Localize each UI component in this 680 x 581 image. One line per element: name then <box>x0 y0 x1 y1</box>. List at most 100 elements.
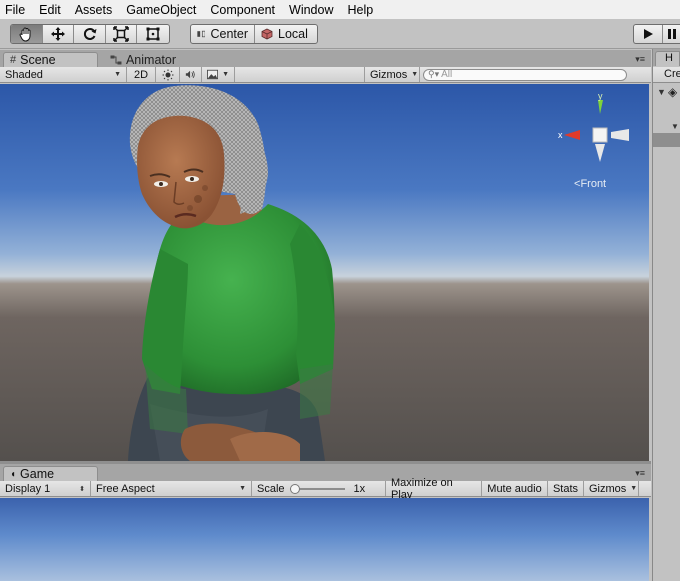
gizmos-label: Gizmos <box>370 68 408 81</box>
tab-animator-label: Animator <box>125 53 176 67</box>
dropdown-arrow-icon: ▼ <box>222 71 229 78</box>
gizmo-x-arrow[interactable] <box>564 130 580 140</box>
display-dropdown[interactable]: Display 1 ⬍ <box>0 481 91 496</box>
maximize-on-play-toggle[interactable]: Maximize on Play <box>386 477 482 501</box>
hierarchy-tab-row: H <box>653 49 680 66</box>
gizmo-neg-x-arrow[interactable] <box>611 129 629 141</box>
stats-label: Stats <box>552 482 579 495</box>
game-gizmos-dropdown[interactable]: Gizmos ▼ <box>584 481 639 496</box>
pivot-local-label: Local <box>278 27 308 41</box>
move-arrows-icon <box>50 27 65 41</box>
gizmo-x-label: x <box>558 130 563 140</box>
scene-search-placeholder: All <box>441 69 453 80</box>
dropdown-arrow-icon: ▼ <box>114 71 121 78</box>
display-value: Display 1 <box>5 482 51 495</box>
tab-game[interactable]: ◖ Game <box>3 466 98 481</box>
shading-mode-dropdown[interactable]: Shaded ▼ <box>0 67 127 82</box>
lighting-toggle[interactable] <box>156 67 180 82</box>
gizmos-dropdown[interactable]: Gizmos ▼ <box>364 67 420 82</box>
pivot-toggle-group: Center Local <box>190 24 318 44</box>
toggle-2d-label: 2D <box>133 68 149 81</box>
unity-scene-icon: ◈ <box>668 85 678 99</box>
view-orientation-text: Front <box>580 178 607 190</box>
rotate-tool-button[interactable] <box>74 25 106 43</box>
hierarchy-create-label: Cre <box>664 68 680 80</box>
transform-tools <box>10 24 170 44</box>
game-controls: Display 1 ⬍ Free Aspect ▼ Scale 1x Maximiz… <box>0 477 651 501</box>
audio-toggle[interactable] <box>180 67 202 82</box>
play-controls <box>633 24 680 44</box>
gizmo-y-label: y <box>598 94 603 101</box>
gizmo-center-cube[interactable] <box>592 127 608 143</box>
tab-animator[interactable]: Animator <box>103 52 183 67</box>
menu-component[interactable]: Component <box>203 3 282 17</box>
object-foldout-arrow-icon[interactable]: ▼ <box>671 122 679 131</box>
menu-file[interactable]: File <box>0 3 32 17</box>
scale-tool-button[interactable] <box>106 25 138 43</box>
scale-slider-thumb[interactable] <box>289 483 300 494</box>
pause-icon <box>667 29 676 39</box>
pause-button[interactable] <box>663 25 680 43</box>
menu-assets[interactable]: Assets <box>68 3 120 17</box>
tab-game-label: Game <box>20 467 55 481</box>
aspect-dropdown[interactable]: Free Aspect ▼ <box>91 481 252 496</box>
orientation-gizmo[interactable]: y x <box>556 94 632 174</box>
maximize-on-play-label: Maximize on Play <box>391 476 453 501</box>
local-cube-icon <box>261 28 273 40</box>
menu-edit[interactable]: Edit <box>32 3 68 17</box>
search-icon: ⚲▾ <box>428 69 440 79</box>
game-tab-row: ◖ Game ▾≡ <box>0 464 651 481</box>
character-model <box>128 85 335 461</box>
menu-help[interactable]: Help <box>340 3 380 17</box>
panel-menu-icon[interactable]: ▾≡ <box>635 468 645 479</box>
scene-viewport[interactable]: y x <Front <box>0 84 649 461</box>
panel-menu-icon[interactable]: ▾≡ <box>635 54 645 65</box>
scale-icon <box>113 26 129 42</box>
speaker-icon <box>185 70 195 79</box>
dropdown-arrow-icon: ▼ <box>239 485 246 492</box>
effects-dropdown[interactable]: ▼ <box>202 67 235 82</box>
play-icon <box>644 29 654 39</box>
stats-toggle[interactable]: Stats <box>548 481 584 496</box>
gizmo-y-arrow[interactable] <box>598 100 603 114</box>
scene-search-field[interactable]: ⚲▾ All <box>423 68 627 81</box>
scale-label: Scale <box>257 482 285 495</box>
grid-hash-icon: # <box>10 54 17 66</box>
rect-tool-button[interactable] <box>137 25 169 43</box>
toggle-2d-button[interactable]: 2D <box>127 67 156 82</box>
main-toolbar: Center Local <box>0 19 680 49</box>
pivot-center-label: Center <box>210 27 248 41</box>
mute-audio-toggle[interactable]: Mute audio <box>482 481 548 496</box>
pivot-center-button[interactable]: Center <box>191 25 255 43</box>
scale-control: Scale 1x <box>252 481 386 496</box>
game-viewport[interactable] <box>0 498 649 581</box>
shading-mode-value: Shaded <box>5 68 43 81</box>
hierarchy-create-button[interactable]: Cre <box>653 67 680 83</box>
menu-gameobject[interactable]: GameObject <box>119 3 203 17</box>
mute-audio-label: Mute audio <box>487 482 542 495</box>
animator-icon <box>110 55 122 65</box>
hand-tool-button[interactable] <box>11 25 43 43</box>
aspect-value: Free Aspect <box>96 482 155 495</box>
pivot-local-button[interactable]: Local <box>255 25 317 43</box>
menu-window[interactable]: Window <box>282 3 340 17</box>
image-effects-icon <box>207 69 219 80</box>
move-tool-button[interactable] <box>43 25 75 43</box>
scale-slider[interactable] <box>289 483 345 494</box>
rect-transform-icon <box>146 27 160 41</box>
play-button[interactable] <box>634 25 664 43</box>
tab-hierarchy-label: H <box>665 52 673 64</box>
tab-scene-label: Scene <box>20 53 56 67</box>
tab-scene[interactable]: # Scene <box>3 52 98 67</box>
scene-foldout-arrow-icon[interactable]: ▼ <box>657 87 666 97</box>
menu-bar: File Edit Assets GameObject Component Wi… <box>0 0 680 19</box>
pivot-center-icon <box>197 30 206 38</box>
pacman-game-icon: ◖ <box>10 468 17 480</box>
scale-value: 1x <box>353 482 366 495</box>
scene-tab-row: # Scene Animator ▾≡ <box>0 50 651 67</box>
hierarchy-selected-row[interactable] <box>653 133 680 147</box>
hand-icon <box>19 27 31 42</box>
view-orientation-label[interactable]: <Front <box>574 178 606 190</box>
tab-hierarchy[interactable]: H <box>655 51 680 66</box>
gizmo-neg-y-arrow[interactable] <box>595 144 605 162</box>
